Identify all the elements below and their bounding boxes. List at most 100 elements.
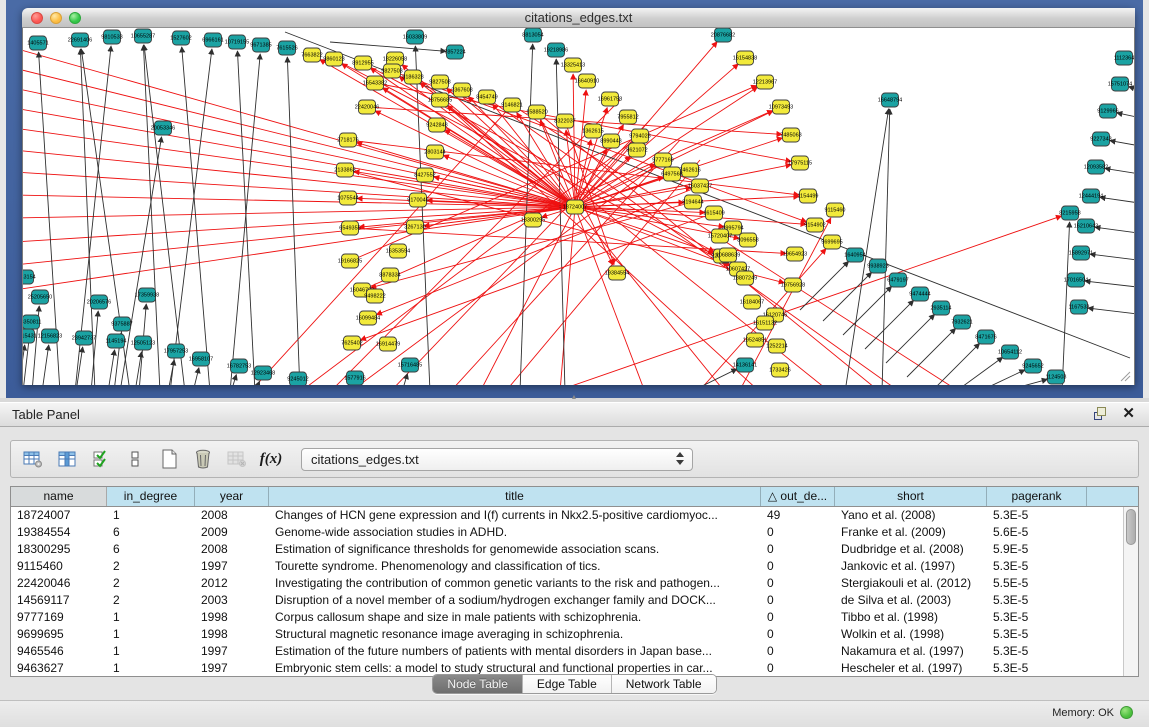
minimize-window-button[interactable] xyxy=(50,12,62,24)
table-row[interactable]: 946554611997Estimation of the future num… xyxy=(11,643,1138,660)
resize-grip-icon[interactable] xyxy=(1119,370,1131,382)
scrollbar-thumb[interactable] xyxy=(1126,509,1136,545)
table-cell[interactable]: 0 xyxy=(761,524,835,541)
table-cell[interactable]: Changes of HCN gene expression and I(f) … xyxy=(269,507,761,524)
table-cell[interactable]: Tibbo et al. (1998) xyxy=(835,609,987,626)
table-cell[interactable]: 2008 xyxy=(195,507,269,524)
table-cell[interactable]: Structural magnetic resonance image aver… xyxy=(269,626,761,643)
tab-network-table[interactable]: Network Table xyxy=(612,675,716,693)
table-cell[interactable]: de Silva et al. (2003) xyxy=(835,592,987,609)
table-cell[interactable]: 1 xyxy=(107,609,195,626)
table-cell[interactable]: Tourette syndrome. Phenomenology and cla… xyxy=(269,558,761,575)
zoom-window-button[interactable] xyxy=(69,12,81,24)
row-options-button[interactable] xyxy=(121,445,149,473)
table-cell[interactable]: 0 xyxy=(761,575,835,592)
table-cell[interactable]: 0 xyxy=(761,592,835,609)
table-cell[interactable]: 1998 xyxy=(195,609,269,626)
table-cell[interactable]: 6 xyxy=(107,541,195,558)
column-header-short[interactable]: short xyxy=(835,487,987,506)
table-cell[interactable]: Jankovic et al. (1997) xyxy=(835,558,987,575)
table-row[interactable]: 1830029562008Estimation of significance … xyxy=(11,541,1138,558)
table-cell[interactable]: 0 xyxy=(761,609,835,626)
table-cell[interactable]: 1998 xyxy=(195,626,269,643)
tab-edge-table[interactable]: Edge Table xyxy=(523,675,612,693)
table-cell[interactable]: 5.3E-5 xyxy=(987,609,1087,626)
close-window-button[interactable] xyxy=(31,12,43,24)
table-cell[interactable]: 2008 xyxy=(195,541,269,558)
table-cell[interactable]: 2 xyxy=(107,592,195,609)
table-cell[interactable]: Genome-wide association studies in ADHD. xyxy=(269,524,761,541)
table-cell[interactable]: 49 xyxy=(761,507,835,524)
table-cell[interactable]: 2003 xyxy=(195,592,269,609)
import-table-button[interactable] xyxy=(223,445,251,473)
table-cell[interactable]: 9699695 xyxy=(11,626,107,643)
column-header-out_de[interactable]: △ out_de... xyxy=(761,487,835,506)
table-row[interactable]: 1938455462009Genome-wide association stu… xyxy=(11,524,1138,541)
table-cell[interactable]: 0 xyxy=(761,558,835,575)
table-cell[interactable]: Dudbridge et al. (2008) xyxy=(835,541,987,558)
table-cell[interactable]: 18724007 xyxy=(11,507,107,524)
table-cell[interactable]: 2 xyxy=(107,575,195,592)
column-header-name[interactable]: name xyxy=(11,487,107,506)
table-selector-combobox[interactable]: citations_edges.txt xyxy=(301,448,693,471)
column-header-title[interactable]: title xyxy=(269,487,761,506)
table-cell[interactable]: Corpus callosum shape and size in male p… xyxy=(269,609,761,626)
table-cell[interactable]: Wolkin et al. (1998) xyxy=(835,626,987,643)
table-cell[interactable]: 5.6E-5 xyxy=(987,524,1087,541)
table-cell[interactable]: 5.5E-5 xyxy=(987,575,1087,592)
table-cell[interactable]: 5.3E-5 xyxy=(987,592,1087,609)
table-vertical-scrollbar[interactable] xyxy=(1123,507,1138,676)
table-cell[interactable]: 9115460 xyxy=(11,558,107,575)
table-cell[interactable]: 1997 xyxy=(195,558,269,575)
network-svg[interactable]: 1405571226914069810533106552871527602696… xyxy=(23,28,1134,385)
table-mode-button[interactable] xyxy=(19,445,47,473)
table-cell[interactable]: 6 xyxy=(107,524,195,541)
table-cell[interactable]: 0 xyxy=(761,541,835,558)
close-panel-icon[interactable]: ✕ xyxy=(1122,407,1135,421)
column-header-in_degree[interactable]: in_degree xyxy=(107,487,195,506)
table-cell[interactable]: 5.3E-5 xyxy=(987,626,1087,643)
table-cell[interactable]: Yano et al. (2008) xyxy=(835,507,987,524)
table-cell[interactable]: 1 xyxy=(107,507,195,524)
table-cell[interactable]: 18300295 xyxy=(11,541,107,558)
memory-status-indicator[interactable] xyxy=(1120,706,1133,719)
table-cell[interactable]: 14569117 xyxy=(11,592,107,609)
splitter-handle-icon[interactable]: ▲ xyxy=(568,395,580,401)
create-column-button[interactable] xyxy=(155,445,183,473)
table-row[interactable]: 1872400712008Changes of HCN gene express… xyxy=(11,507,1138,524)
table-cell[interactable]: 5.3E-5 xyxy=(987,507,1087,524)
table-cell[interactable]: 1 xyxy=(107,626,195,643)
table-cell[interactable]: 0 xyxy=(761,643,835,660)
delete-column-button[interactable] xyxy=(189,445,217,473)
table-row[interactable]: 911546021997Tourette syndrome. Phenomeno… xyxy=(11,558,1138,575)
table-row[interactable]: 969969511998Structural magnetic resonanc… xyxy=(11,626,1138,643)
table-cell[interactable]: Estimation of the future numbers of pati… xyxy=(269,643,761,660)
show-columns-button[interactable] xyxy=(53,445,81,473)
table-cell[interactable]: Estimation of significance thresholds fo… xyxy=(269,541,761,558)
table-row[interactable]: 1456911722003Disruption of a novel membe… xyxy=(11,592,1138,609)
table-cell[interactable]: Nakamura et al. (1997) xyxy=(835,643,987,660)
function-builder-button[interactable]: f(x) xyxy=(257,445,285,473)
tab-node-table[interactable]: Node Table xyxy=(433,675,523,693)
table-cell[interactable]: 2009 xyxy=(195,524,269,541)
network-window-titlebar[interactable]: citations_edges.txt xyxy=(22,8,1135,28)
table-cell[interactable]: Disruption of a novel member of a sodium… xyxy=(269,592,761,609)
table-cell[interactable]: 1 xyxy=(107,643,195,660)
table-cell[interactable]: 5.9E-5 xyxy=(987,541,1087,558)
table-cell[interactable]: 9465546 xyxy=(11,643,107,660)
network-canvas[interactable]: 1405571226914069810533106552871527602696… xyxy=(22,28,1135,385)
table-cell[interactable]: 22420046 xyxy=(11,575,107,592)
column-header-pagerank[interactable]: pagerank xyxy=(987,487,1087,506)
table-cell[interactable]: 19384554 xyxy=(11,524,107,541)
table-cell[interactable]: 9777169 xyxy=(11,609,107,626)
table-row[interactable]: 2242004622012Investigating the contribut… xyxy=(11,575,1138,592)
table-cell[interactable]: Investigating the contribution of common… xyxy=(269,575,761,592)
table-cell[interactable]: Stergiakouli et al. (2012) xyxy=(835,575,987,592)
table-row[interactable]: 977716911998Corpus callosum shape and si… xyxy=(11,609,1138,626)
table-cell[interactable]: 0 xyxy=(761,626,835,643)
select-all-checklist-button[interactable] xyxy=(87,445,115,473)
column-header-year[interactable]: year xyxy=(195,487,269,506)
float-panel-icon[interactable] xyxy=(1094,407,1108,421)
table-cell[interactable]: 5.3E-5 xyxy=(987,643,1087,660)
table-cell[interactable]: 2 xyxy=(107,558,195,575)
